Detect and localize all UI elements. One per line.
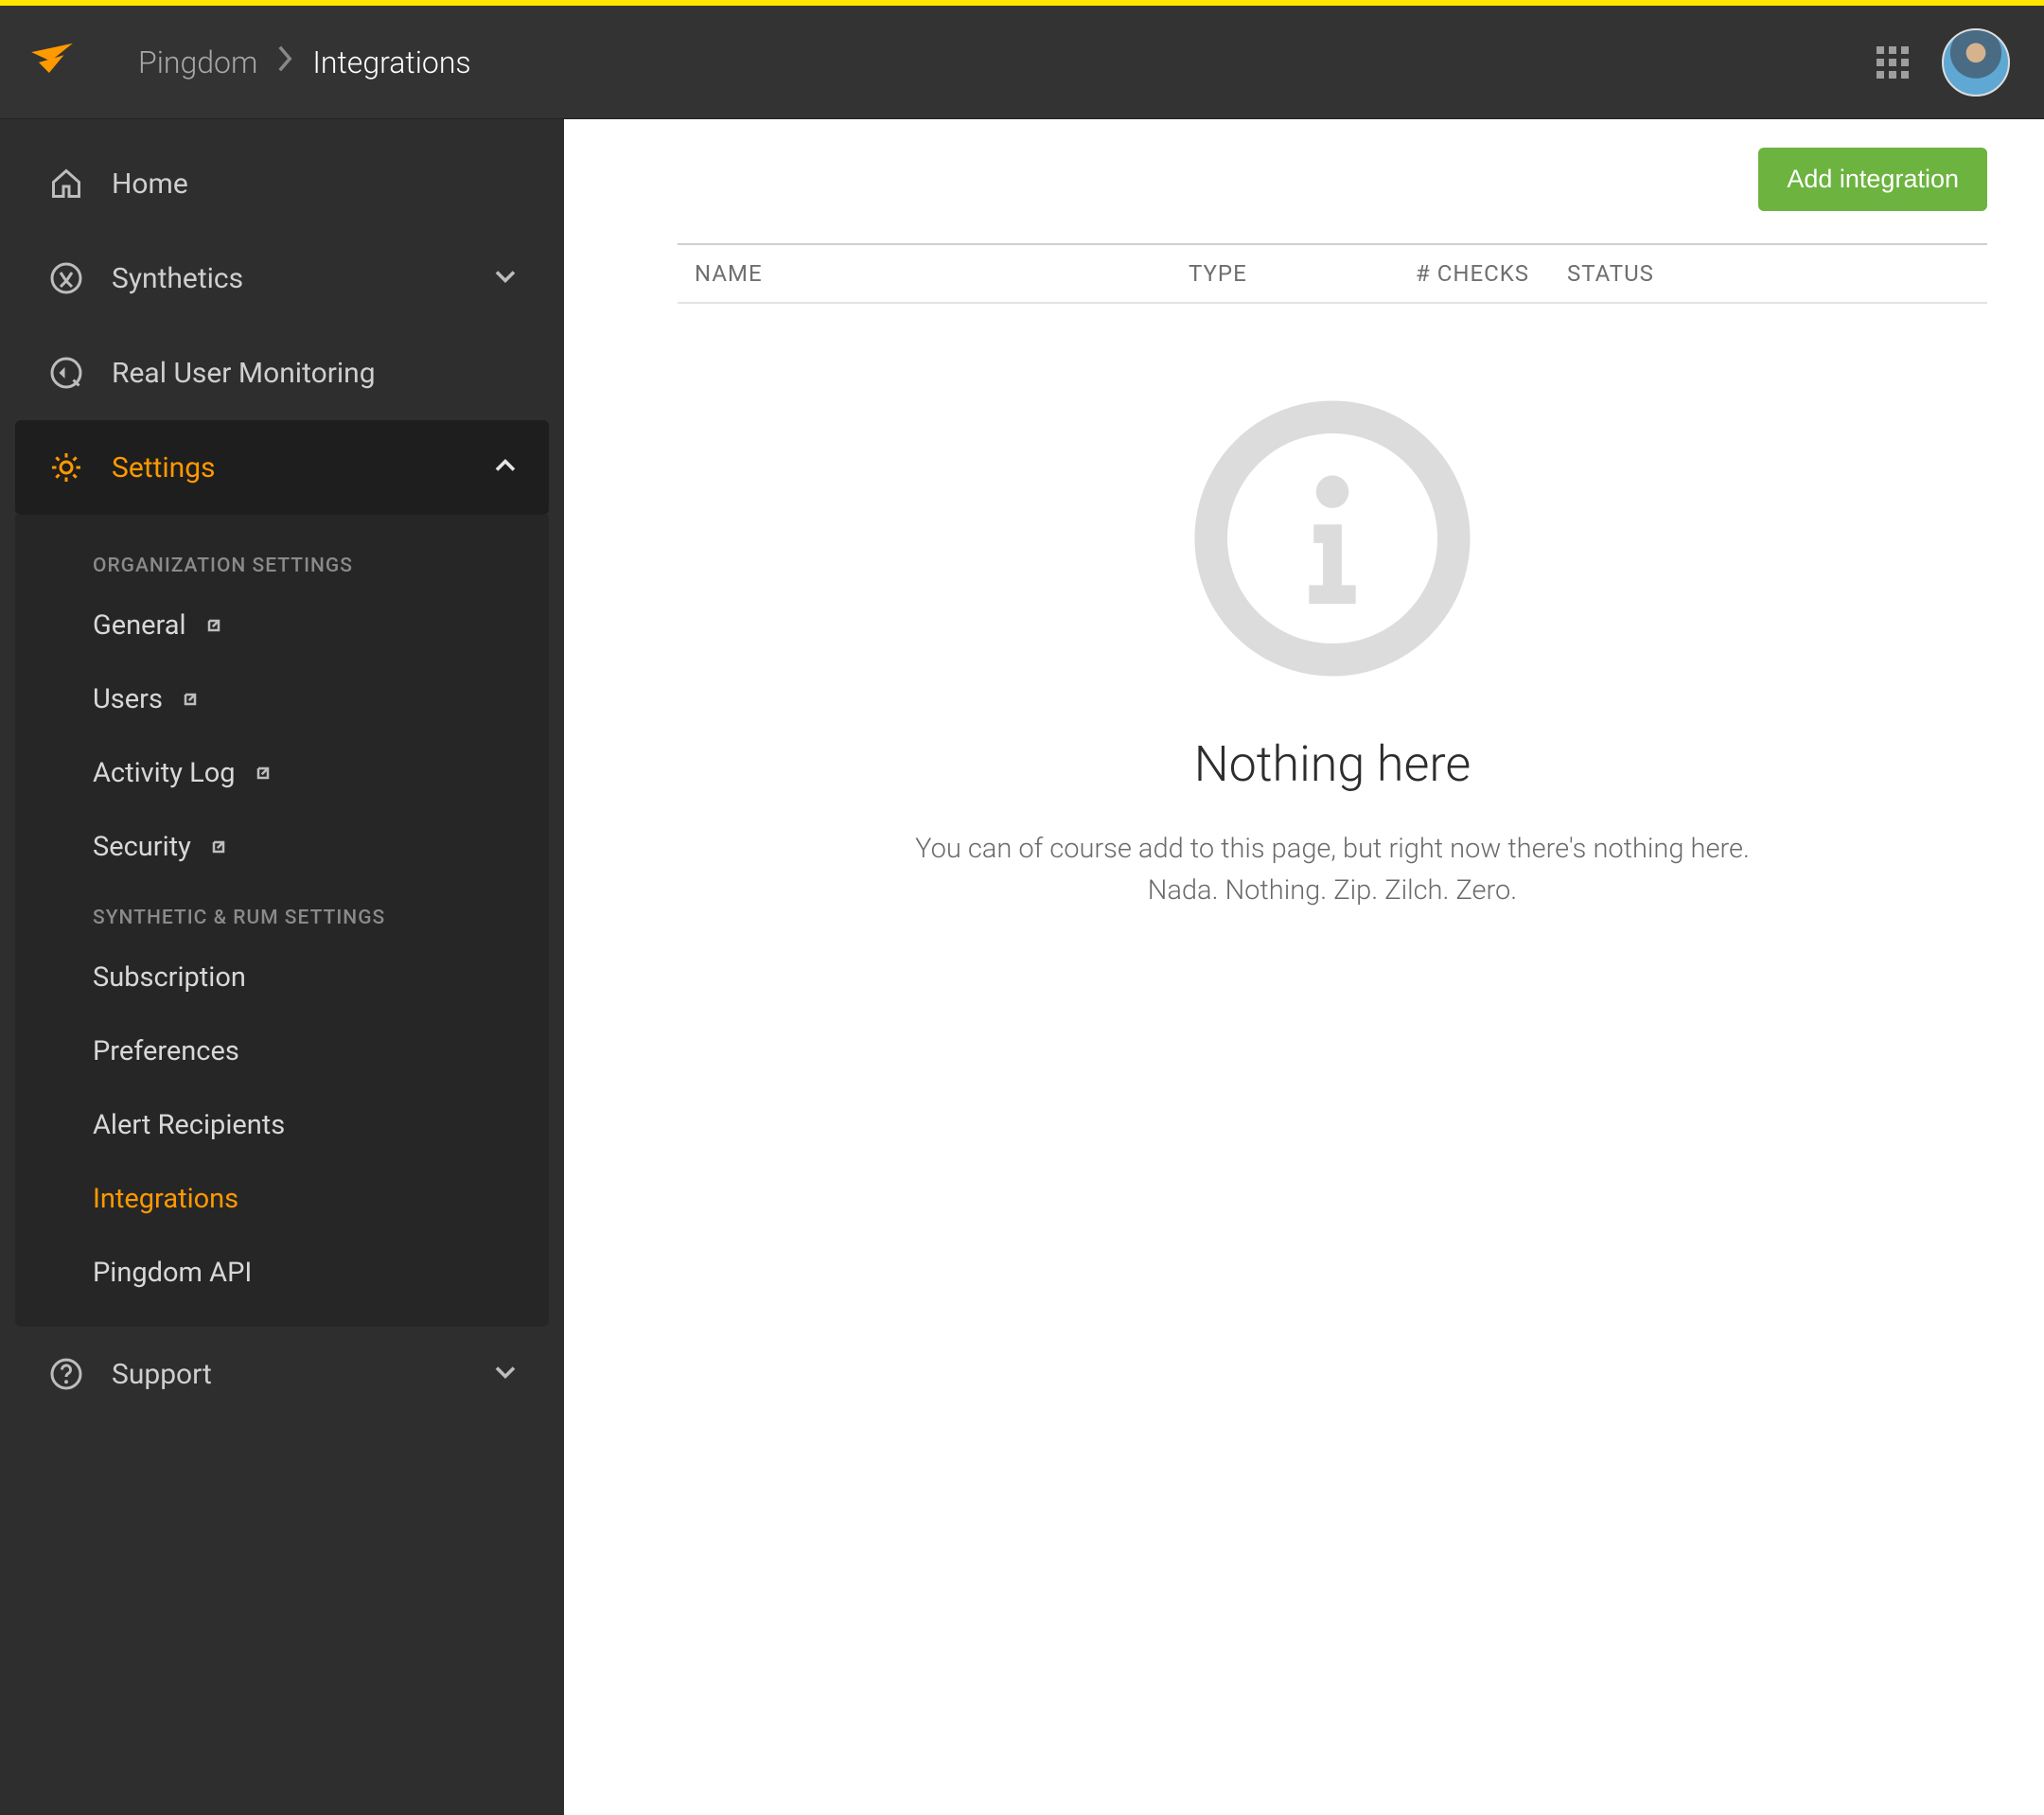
chevron-down-icon [494,262,517,295]
breadcrumb-current: Integrations [312,44,470,80]
toolbar: Add integration [678,148,1987,243]
subnav-group-label: SYNTHETIC & RUM SETTINGS [15,884,549,941]
help-icon [47,1355,85,1393]
header-left: Pingdom Integrations [28,39,471,86]
rum-icon [47,354,85,392]
subnav-item-general[interactable]: General [15,589,549,662]
subnav-item-label: Alert Recipients [93,1109,285,1141]
subnav-item-preferences[interactable]: Preferences [15,1014,549,1088]
sidebar-item-label: Real User Monitoring [112,357,517,390]
empty-state-line1: You can of course add to this page, but … [915,829,1750,871]
empty-state: Nothing here You can of course add to th… [678,304,1987,911]
sidebar-item-label: Settings [112,451,467,485]
apps-grid-icon[interactable] [1874,44,1912,81]
sidebar-item-label: Support [112,1358,467,1391]
chevron-down-icon [494,1358,517,1391]
gear-icon [47,449,85,486]
subnav-item-label: Activity Log [93,757,236,789]
subnav-item-label: Subscription [93,961,246,994]
external-link-icon [203,615,224,636]
chevron-up-icon [494,451,517,485]
chevron-right-icon [276,45,293,79]
subnav-item-subscription[interactable]: Subscription [15,941,549,1014]
sidebar-item-label: Synthetics [112,262,467,295]
subnav-group-label: ORGANIZATION SETTINGS [15,532,549,589]
subnav-item-security[interactable]: Security [15,810,549,884]
breadcrumb-parent[interactable]: Pingdom [138,44,257,80]
sidebar-item-settings[interactable]: Settings [15,420,549,515]
empty-state-line2: Nada. Nothing. Zip. Zilch. Zero. [915,871,1750,912]
column-header-checks[interactable]: # CHECKS [1416,260,1567,287]
header-right [1874,28,2016,97]
subnav-item-label: General [93,609,186,642]
sidebar-item-synthetics[interactable]: Synthetics [15,231,549,326]
subnav-item-users[interactable]: Users [15,662,549,736]
subnav-item-label: Users [93,683,163,715]
sidebar-item-support[interactable]: Support [15,1327,549,1421]
column-header-name[interactable]: NAME [678,260,1189,287]
subnav-item-pingdom-api[interactable]: Pingdom API [15,1236,549,1310]
subnav-item-label: Integrations [93,1183,238,1215]
empty-state-text: You can of course add to this page, but … [915,829,1750,911]
subnav-item-integrations[interactable]: Integrations [15,1162,549,1236]
table-header: NAME TYPE # CHECKS STATUS [678,243,1987,304]
app-header: Pingdom Integrations [0,6,2044,119]
main-content: Add integration NAME TYPE # CHECKS STATU… [564,119,2044,1815]
settings-subnav: ORGANIZATION SETTINGS General Users Acti… [15,515,549,1327]
sidebar-item-label: Home [112,167,517,201]
subnav-item-label: Pingdom API [93,1257,252,1289]
column-header-type[interactable]: TYPE [1189,260,1416,287]
info-icon [1192,398,1472,678]
subnav-item-activity-log[interactable]: Activity Log [15,736,549,810]
subnav-item-label: Security [93,831,191,863]
external-link-icon [208,837,229,857]
sidebar: Home Synthetics Real User Monitoring [0,119,564,1815]
sidebar-item-rum[interactable]: Real User Monitoring [15,326,549,420]
empty-state-title: Nothing here [1194,735,1471,793]
breadcrumb: Pingdom Integrations [138,44,471,80]
subnav-item-label: Preferences [93,1035,239,1067]
brand-logo-icon[interactable] [28,39,76,86]
external-link-icon [180,689,201,710]
user-avatar[interactable] [1942,28,2010,97]
add-integration-button[interactable]: Add integration [1758,148,1987,211]
external-link-icon [253,763,273,784]
subnav-item-alert-recipients[interactable]: Alert Recipients [15,1088,549,1162]
synthetics-icon [47,259,85,297]
sidebar-item-home[interactable]: Home [15,136,549,231]
home-icon [47,165,85,203]
column-header-status[interactable]: STATUS [1567,260,1737,287]
